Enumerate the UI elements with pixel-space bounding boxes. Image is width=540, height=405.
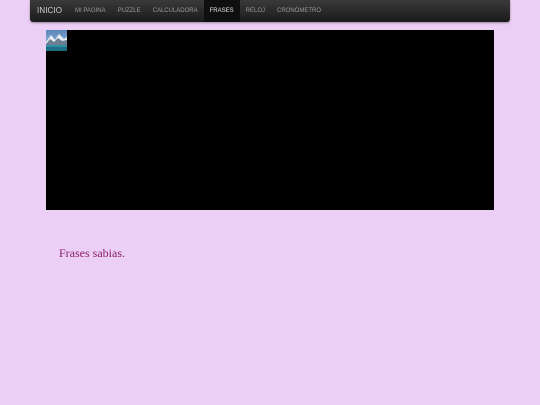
top-navbar: INICIO MI PAGINA PUZZLE CALCULADORA FRAS… xyxy=(30,0,510,22)
nav-item-frases[interactable]: FRASES xyxy=(203,0,240,22)
nav-item-calculadora[interactable]: CALCULADORA xyxy=(147,0,204,22)
nav-item-mi-pagina[interactable]: MI PAGINA xyxy=(69,0,112,22)
nav-item-puzzle[interactable]: PUZZLE xyxy=(112,0,147,22)
media-frame[interactable] xyxy=(46,30,494,210)
nav-brand-inicio[interactable]: INICIO xyxy=(30,0,69,22)
page-heading: Frases sabias. xyxy=(59,246,125,260)
nav-item-reloj[interactable]: RELOJ xyxy=(240,0,271,22)
landscape-image-icon xyxy=(46,30,67,51)
nav-item-cronometro[interactable]: CRONÓMETRO xyxy=(271,0,327,22)
